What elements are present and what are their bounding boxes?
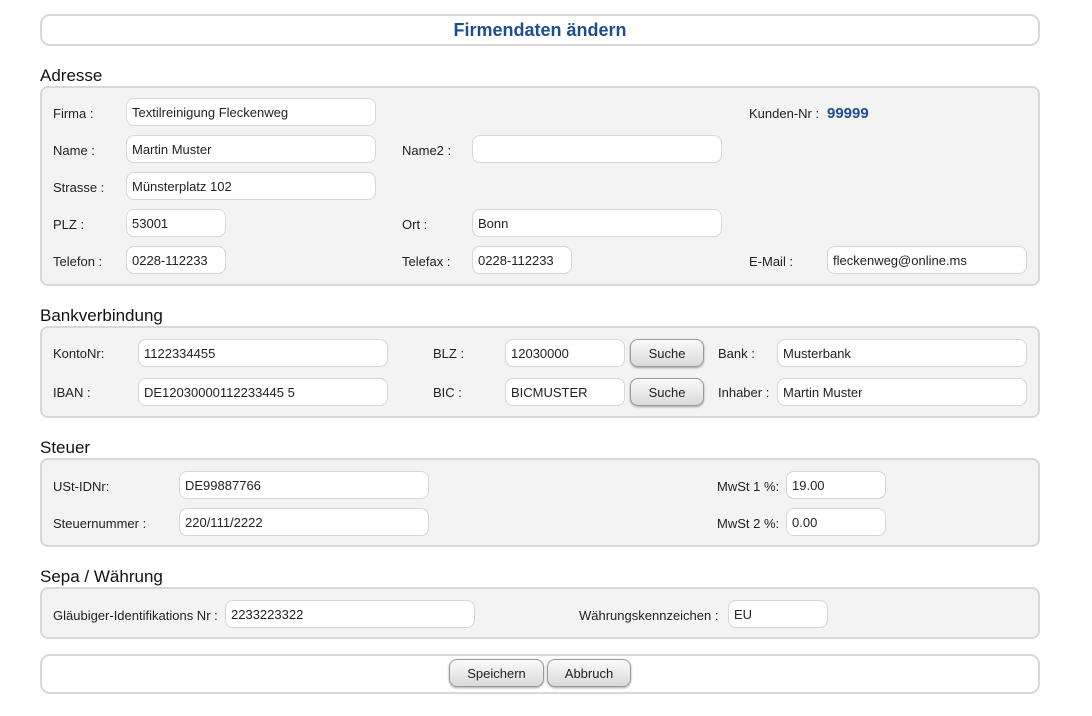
- email-label: E-Mail :: [749, 254, 794, 269]
- firma-input[interactable]: [126, 98, 376, 126]
- steuernr-input[interactable]: [179, 508, 429, 536]
- strasse-input[interactable]: [126, 172, 376, 200]
- telefax-label: Telefax :: [402, 254, 451, 269]
- steuernr-label: Steuernummer :: [53, 516, 147, 531]
- glaeubiger-input[interactable]: [225, 600, 475, 628]
- panel-adresse: Firma : Kunden-Nr : 99999 Name : Name2 :…: [40, 86, 1040, 286]
- cancel-button[interactable]: Abbruch: [547, 659, 631, 687]
- page-title: Firmendaten ändern: [453, 19, 627, 40]
- ustid-label: USt-IDNr:: [53, 479, 110, 494]
- ort-label: Ort :: [402, 217, 428, 232]
- glaeubiger-label: Gläubiger-Identifikations Nr :: [53, 608, 218, 623]
- header-bar: Firmendaten ändern: [40, 14, 1040, 46]
- bic-label: BIC :: [433, 385, 462, 400]
- telefax-input[interactable]: [472, 246, 572, 274]
- strasse-label: Strasse :: [53, 180, 105, 195]
- email-input[interactable]: [827, 246, 1027, 274]
- bank-label: Bank :: [718, 346, 755, 361]
- panel-bank: KontoNr: BLZ : Suche Bank : IBAN : BIC :…: [40, 326, 1040, 418]
- name-label: Name :: [53, 143, 95, 158]
- waehrung-input[interactable]: [728, 600, 828, 628]
- waehrung-label: Währungskennzeichen :: [579, 608, 719, 623]
- bank-input[interactable]: [777, 339, 1027, 367]
- konto-input[interactable]: [138, 339, 388, 367]
- plz-label: PLZ :: [53, 217, 85, 232]
- section-title-adresse: Adresse: [40, 66, 103, 85]
- blz-input[interactable]: [505, 339, 625, 367]
- telefon-label: Telefon :: [53, 254, 103, 269]
- name2-label: Name2 :: [402, 143, 452, 158]
- plz-input[interactable]: [126, 209, 226, 237]
- bic-input[interactable]: [505, 378, 625, 406]
- section-title-steuer: Steuer: [40, 438, 91, 457]
- mwst1-label: MwSt 1 %:: [717, 479, 780, 494]
- kundennr-value: 99999: [827, 105, 869, 122]
- mwst2-input[interactable]: [786, 508, 886, 536]
- iban-input[interactable]: [138, 378, 388, 406]
- mwst2-label: MwSt 2 %:: [717, 516, 780, 531]
- bic-search-button[interactable]: Suche: [630, 378, 704, 406]
- inhaber-input[interactable]: [777, 378, 1027, 406]
- section-title-sepa: Sepa / Währung: [40, 567, 163, 586]
- panel-steuer: USt-IDNr: MwSt 1 %: Steuernummer : MwSt …: [40, 458, 1040, 547]
- footer-bar: Speichern Abbruch: [40, 654, 1040, 694]
- name-input[interactable]: [126, 135, 376, 163]
- name2-input[interactable]: [472, 135, 722, 163]
- iban-label: IBAN :: [53, 385, 91, 400]
- inhaber-label: Inhaber :: [718, 385, 770, 400]
- ustid-input[interactable]: [179, 471, 429, 499]
- blz-label: BLZ :: [433, 346, 465, 361]
- panel-sepa: Gläubiger-Identifikations Nr : Währungsk…: [40, 587, 1040, 639]
- section-title-bank: Bankverbindung: [40, 306, 163, 325]
- ort-input[interactable]: [472, 209, 722, 237]
- firma-label: Firma :: [53, 106, 94, 121]
- mwst1-input[interactable]: [786, 471, 886, 499]
- telefon-input[interactable]: [126, 246, 226, 274]
- kundennr-label: Kunden-Nr :: [749, 106, 820, 121]
- konto-label: KontoNr:: [53, 346, 105, 361]
- blz-search-button[interactable]: Suche: [630, 339, 704, 367]
- save-button[interactable]: Speichern: [449, 659, 544, 687]
